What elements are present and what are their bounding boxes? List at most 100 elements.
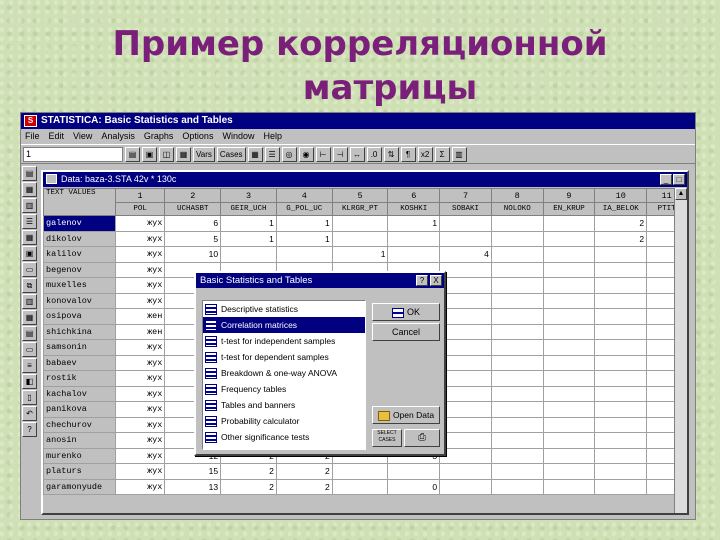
table-cell[interactable] (387, 230, 441, 247)
row-header[interactable]: osipova (43, 308, 116, 325)
column-header[interactable]: UCHASBT (164, 202, 222, 216)
table-cell[interactable]: жух (114, 354, 166, 371)
table-cell[interactable]: 1 (220, 230, 277, 247)
table-cell[interactable] (439, 401, 492, 418)
column-header[interactable]: EN_KRUP (542, 202, 596, 216)
select-cases-button[interactable]: SELECT CASES (372, 429, 402, 447)
maximize-icon[interactable]: □ (673, 174, 685, 185)
column-number[interactable]: 9 (542, 188, 596, 203)
table-cell[interactable]: жух (114, 292, 166, 309)
table-cell[interactable]: жух (114, 463, 166, 480)
table-cell[interactable] (490, 246, 544, 263)
column-number[interactable]: 10 (594, 188, 648, 203)
table-cell[interactable] (594, 246, 648, 263)
monitor-icon[interactable]: ▭ (22, 342, 37, 357)
table-cell[interactable]: 1 (331, 246, 389, 263)
table-cell[interactable]: 2 (594, 215, 648, 232)
ok-button[interactable]: OK (372, 303, 440, 321)
table-cell[interactable] (490, 385, 544, 402)
table-cell[interactable] (542, 246, 596, 263)
analysis-item[interactable]: Correlation matrices (203, 317, 365, 333)
table-cell[interactable] (490, 354, 544, 371)
table-cell[interactable]: 2 (275, 463, 333, 480)
table-cell[interactable]: жух (114, 246, 166, 263)
table-cell[interactable] (490, 370, 544, 387)
row-header[interactable]: murenko (43, 447, 116, 464)
table-cell[interactable] (594, 463, 648, 480)
table-cell[interactable] (439, 354, 492, 371)
table-cell[interactable] (490, 308, 544, 325)
table-cell[interactable] (542, 230, 596, 247)
table-cell[interactable] (594, 292, 648, 309)
row-header[interactable]: dikolov (43, 230, 116, 247)
table-cell[interactable] (439, 432, 492, 449)
table-cell[interactable] (542, 416, 596, 433)
table-cell[interactable] (490, 447, 544, 464)
row-header[interactable]: kalilov (43, 246, 116, 263)
analysis-item[interactable]: Tables and banners (203, 397, 365, 413)
table-cell[interactable] (387, 463, 441, 480)
column-header[interactable]: IA_BELOK (594, 202, 648, 216)
table-cell[interactable] (490, 478, 544, 495)
table-cell[interactable] (542, 215, 596, 232)
table-cell[interactable]: 0 (387, 478, 441, 495)
table-cell[interactable] (594, 416, 648, 433)
table-cell[interactable]: 1 (387, 215, 441, 232)
table-cell[interactable] (439, 277, 492, 294)
column-number[interactable]: 8 (490, 188, 544, 203)
table-cell[interactable]: жух (114, 370, 166, 387)
graph-icon[interactable]: ▥ (451, 146, 467, 162)
table-cell[interactable] (387, 246, 441, 263)
column-header[interactable]: G_POL_UC (275, 202, 333, 216)
variable-combo[interactable]: 1 (23, 146, 123, 162)
row-header[interactable]: chechurov (43, 416, 116, 433)
table-cell[interactable] (439, 261, 492, 278)
table-cell[interactable] (439, 463, 492, 480)
table-cell[interactable] (490, 323, 544, 340)
table-cell[interactable]: 6 (164, 215, 222, 232)
col-width-icon[interactable]: ↔ (349, 146, 365, 162)
table-cell[interactable]: 1 (275, 230, 333, 247)
table-cell[interactable] (490, 215, 544, 232)
table-cell[interactable] (542, 339, 596, 356)
scroll-up-icon[interactable]: ▲ (675, 188, 687, 200)
row-header[interactable]: platurs (43, 463, 116, 480)
table-cell[interactable] (331, 230, 389, 247)
decimals-icon[interactable]: .0 (366, 146, 382, 162)
table-cell[interactable]: 2 (220, 478, 277, 495)
table-cell[interactable] (490, 401, 544, 418)
table-cell[interactable] (490, 416, 544, 433)
lines-icon[interactable]: ≡ (22, 358, 37, 373)
table-cell[interactable] (439, 447, 492, 464)
open-icon[interactable]: ◫ (159, 146, 174, 162)
grid-icon[interactable]: ▦ (247, 146, 263, 162)
table-cell[interactable]: 15 (164, 463, 222, 480)
document-icon[interactable]: ▭ (22, 262, 37, 277)
table-cell[interactable] (542, 432, 596, 449)
row-header[interactable]: begenov (43, 261, 116, 278)
table-cell[interactable]: 2 (275, 478, 333, 495)
table-cell[interactable]: 13 (164, 478, 222, 495)
column-header[interactable]: GEIR_UCH (220, 202, 277, 216)
table-cell[interactable]: жух (114, 385, 166, 402)
column-number[interactable]: 2 (164, 188, 222, 203)
table-cell[interactable] (594, 323, 648, 340)
menu-view[interactable]: View (73, 129, 92, 144)
sort-icon[interactable]: ⇅ (383, 146, 399, 162)
column-header[interactable]: KLRGR_PT (331, 202, 389, 216)
table-cell[interactable] (275, 246, 333, 263)
table-cell[interactable] (542, 292, 596, 309)
data-icon[interactable]: ▦ (22, 182, 37, 197)
table-cell[interactable] (594, 447, 648, 464)
table-cell[interactable] (439, 385, 492, 402)
table-cell[interactable] (542, 463, 596, 480)
stats-icon[interactable]: ▤ (22, 166, 37, 181)
table-cell[interactable]: жен (114, 323, 166, 340)
undo-icon[interactable]: ↶ (22, 406, 37, 421)
menu-file[interactable]: File (25, 129, 40, 144)
copy-icon[interactable]: ⧉ (22, 278, 37, 293)
table-cell[interactable]: жух (114, 478, 166, 495)
panel-icon[interactable]: ▯ (22, 390, 37, 405)
table-cell[interactable] (542, 323, 596, 340)
table-cell[interactable]: 1 (275, 215, 333, 232)
